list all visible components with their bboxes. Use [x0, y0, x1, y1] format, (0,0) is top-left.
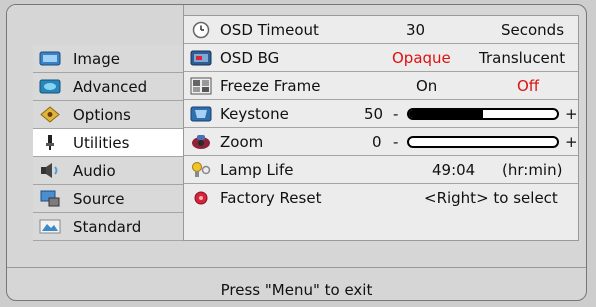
freeze-frame-icon — [190, 77, 212, 94]
image-icon — [39, 51, 61, 66]
menu-item-utilities[interactable]: Utilities — [33, 129, 183, 157]
footer-divider — [7, 267, 586, 268]
factory-reset-row[interactable]: Factory Reset <Right> to select — [184, 184, 578, 212]
utilities-icon — [46, 135, 54, 150]
keystone-plus[interactable]: + — [565, 105, 578, 123]
osd-bg-row[interactable]: OSD BG Opaque Translucent — [184, 44, 578, 72]
osd-timeout-unit: Seconds — [501, 20, 565, 39]
menu-item-advanced[interactable]: Advanced — [33, 73, 183, 101]
zoom-value: 0 — [372, 132, 382, 151]
freeze-frame-label: Freeze Frame — [220, 76, 321, 95]
zoom-label: Zoom — [220, 132, 264, 151]
menu-item-source[interactable]: Source — [33, 185, 183, 213]
clock-icon — [192, 21, 210, 38]
osd-bg-option-opaque[interactable]: Opaque — [392, 49, 451, 67]
menu-item-label: Image — [73, 49, 120, 68]
menu-item-standard[interactable]: Standard — [33, 213, 183, 241]
freeze-frame-row[interactable]: Freeze Frame On Off — [184, 72, 578, 100]
lamp-life-unit: (hr:min) — [502, 160, 563, 179]
osd-main-menu: Image Advanced Options Utilities Audio S… — [33, 45, 183, 241]
lamp-life-label: Lamp Life — [220, 160, 294, 179]
freeze-frame-option-on[interactable]: On — [416, 77, 437, 95]
keystone-label: Keystone — [220, 104, 289, 123]
standard-icon — [39, 219, 61, 234]
keystone-value: 50 — [364, 104, 384, 123]
osd-bg-option-translucent[interactable]: Translucent — [479, 49, 565, 67]
lamp-icon — [192, 161, 211, 177]
zoom-row[interactable]: Zoom 0 - + — [184, 128, 578, 156]
menu-item-audio[interactable]: Audio — [33, 157, 183, 185]
menu-item-label: Advanced — [73, 77, 148, 96]
keystone-row[interactable]: Keystone 50 - + — [184, 100, 578, 128]
freeze-frame-option-off[interactable]: Off — [517, 77, 539, 95]
osd-timeout-value: 30 — [406, 20, 426, 39]
menu-item-label: Source — [73, 189, 125, 208]
factory-reset-action[interactable]: <Right> to select — [424, 189, 558, 207]
advanced-icon — [39, 79, 61, 94]
osd-bg-label: OSD BG — [220, 48, 280, 67]
lamp-life-row: Lamp Life 49:04 (hr:min) — [184, 156, 578, 184]
menu-header-spacer — [7, 5, 184, 41]
menu-item-options[interactable]: Options — [33, 101, 183, 129]
keystone-icon — [190, 106, 212, 121]
utilities-panel: OSD Timeout 30 Seconds OSD BG Opaque Tra… — [183, 15, 579, 241]
zoom-slider[interactable] — [407, 136, 559, 148]
osd-timeout-row[interactable]: OSD Timeout 30 Seconds — [184, 16, 578, 44]
zoom-plus[interactable]: + — [565, 133, 578, 151]
zoom-icon — [192, 134, 210, 149]
menu-item-image[interactable]: Image — [33, 45, 183, 73]
keystone-minus[interactable]: - — [393, 105, 398, 123]
keystone-slider-fill — [409, 110, 483, 118]
factory-reset-label: Factory Reset — [220, 189, 322, 207]
zoom-minus[interactable]: - — [393, 133, 398, 151]
osd-timeout-label: OSD Timeout — [220, 20, 319, 39]
menu-item-label: Options — [73, 105, 131, 124]
menu-item-label: Standard — [73, 217, 142, 236]
menu-item-label: Audio — [73, 161, 116, 180]
exit-hint: Press "Menu" to exit — [220, 281, 373, 299]
source-icon — [40, 190, 60, 207]
osd-background-icon — [190, 50, 212, 65]
menu-item-label: Utilities — [73, 133, 130, 152]
osd-window: Image Advanced Options Utilities Audio S… — [6, 4, 587, 301]
audio-icon — [41, 163, 58, 178]
lamp-life-value: 49:04 — [432, 160, 476, 179]
factory-reset-icon — [194, 191, 208, 205]
options-icon — [40, 106, 60, 123]
keystone-slider[interactable] — [407, 108, 559, 120]
